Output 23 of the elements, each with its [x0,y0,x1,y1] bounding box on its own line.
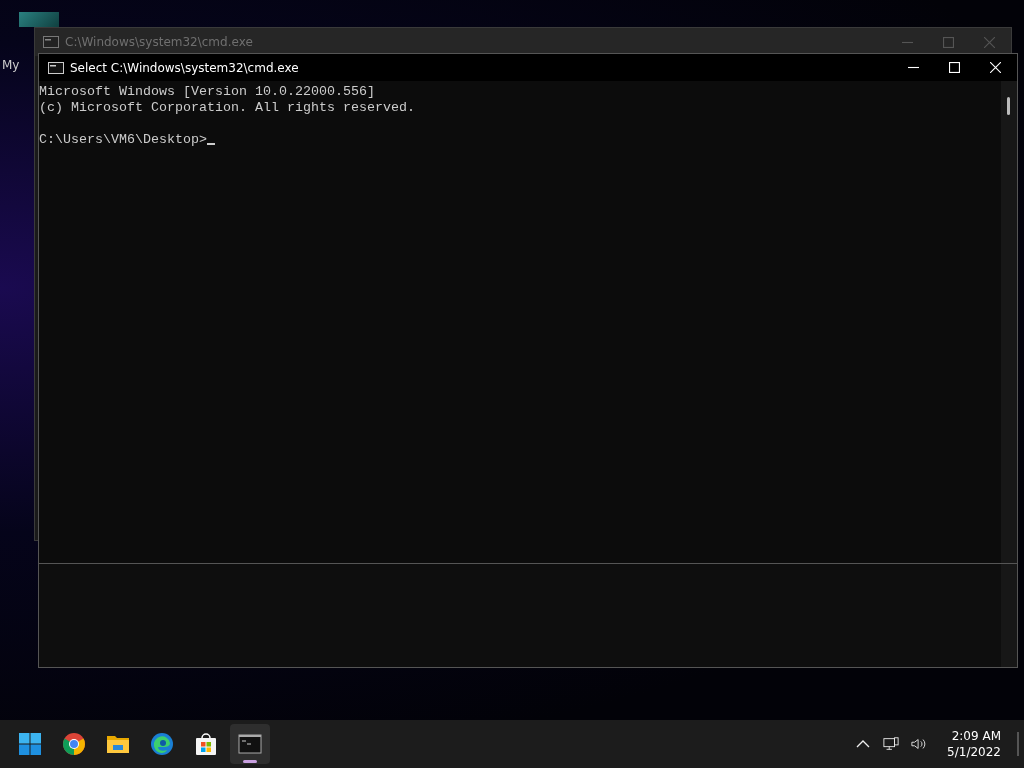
windows-logo-icon [18,732,42,756]
window-title: C:\Windows\system32\cmd.exe [65,35,254,49]
speaker-icon[interactable] [911,736,928,752]
window-title: Select C:\Windows\system32\cmd.exe [70,60,300,75]
scrollbar[interactable] [1001,81,1017,563]
browser-icon [150,732,174,756]
network-icon[interactable] [883,736,900,752]
clock-time: 2:09 AM [951,728,1001,744]
clock-button[interactable]: 2:09 AM 5/1/2022 [937,728,1009,760]
scrollbar-thumb[interactable] [1007,97,1010,115]
command-prompt: C:\Users\VM6\Desktop> [39,132,207,147]
clock-date: 5/1/2022 [947,744,1001,760]
terminal-icon [238,732,262,756]
running-indicator [243,760,257,763]
console-text: (c) Microsoft Corporation. All rights reserved. [39,100,416,116]
text-cursor [206,143,215,145]
console-icon [43,36,59,48]
console-icon [48,61,64,74]
desktop-icon-label: My [2,58,20,72]
browser-icon [62,732,86,756]
taskbar-button[interactable] [230,724,270,764]
shopping-bag-icon [194,732,218,756]
console-text: Microsoft Windows [Version 10.0.22000.556] [39,84,376,100]
